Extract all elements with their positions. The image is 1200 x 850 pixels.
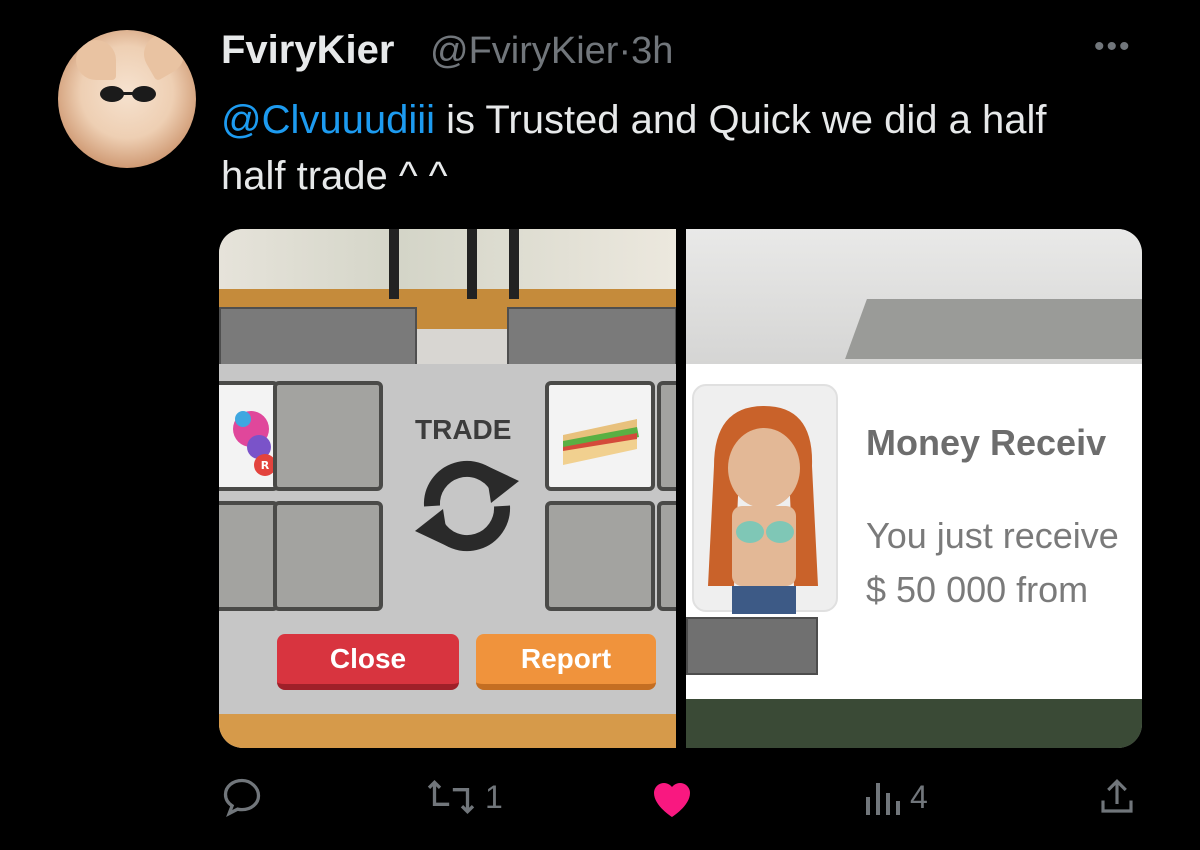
tweet-text: @Clvuuudiii is Trusted and Quick we did … — [221, 92, 1121, 204]
rope-post — [509, 229, 519, 299]
author-avatar[interactable] — [58, 30, 196, 168]
rope-post — [389, 229, 399, 299]
trade-slot-sandwich[interactable] — [545, 381, 655, 491]
more-options-button[interactable]: ••• — [1094, 30, 1132, 64]
retweet-count: 1 — [485, 778, 503, 815]
svg-text:R: R — [261, 459, 270, 472]
reply-icon — [223, 778, 261, 817]
mention-link[interactable]: @Clvuuudiii — [221, 98, 435, 142]
author-handle[interactable]: @FviryKier — [430, 30, 618, 72]
pet-icon: R — [233, 411, 276, 476]
trade-screenshot[interactable]: R TRADE Close Report — [219, 229, 676, 748]
background-wall — [219, 229, 676, 289]
background-ground — [686, 699, 1142, 748]
sunglasses-icon — [100, 86, 156, 102]
trade-slot[interactable] — [273, 381, 383, 491]
separator-dot: · — [618, 30, 632, 72]
views-chart-icon — [866, 783, 900, 815]
trade-label: TRADE — [415, 414, 512, 445]
retweet-icon — [427, 779, 475, 815]
share-button[interactable] — [1096, 775, 1138, 819]
trade-slot[interactable] — [545, 501, 655, 611]
trade-slot[interactable] — [273, 501, 383, 611]
trade-slot[interactable] — [657, 381, 676, 491]
like-button[interactable] — [648, 775, 696, 819]
background-shelf — [845, 299, 1142, 359]
notification-body: You just receive $ 50 000 from — [866, 509, 1119, 617]
author-name[interactable]: FviryKier — [221, 28, 394, 73]
ui-bar — [686, 617, 818, 675]
tweet-media[interactable]: R TRADE Close Report Money Receiv You ju… — [219, 229, 1142, 748]
background-floor-bottom — [219, 714, 676, 748]
close-button[interactable]: Close — [277, 634, 459, 690]
roblox-avatar-icon — [708, 406, 818, 614]
author-handle-and-time[interactable]: @FviryKier·3h — [430, 30, 673, 73]
retweet-button[interactable]: 1 — [425, 775, 503, 819]
views-button[interactable]: 4 — [862, 775, 928, 819]
trade-slot-pet[interactable]: R — [219, 381, 279, 491]
money-received-screenshot[interactable]: Money Receiv You just receive $ 50 000 f… — [686, 229, 1142, 748]
sandwich-icon — [563, 419, 639, 465]
trade-slot[interactable] — [657, 501, 676, 611]
rope-post — [467, 229, 477, 299]
heart-icon — [654, 783, 690, 817]
post-time[interactable]: 3h — [631, 30, 673, 72]
notification-title: Money Receiv — [866, 422, 1107, 463]
avatar-ear — [136, 30, 192, 82]
avatar-frame — [692, 384, 838, 614]
trade-slot[interactable] — [219, 501, 279, 611]
views-count: 4 — [910, 778, 928, 815]
share-icon — [1101, 779, 1133, 813]
avatar-ear — [76, 40, 116, 80]
trade-refresh-icon[interactable] — [407, 451, 527, 561]
reply-button[interactable] — [220, 775, 264, 819]
notification-line-2: $ 50 000 from — [866, 569, 1089, 610]
report-button[interactable]: Report — [476, 634, 656, 690]
notification-line-1: You just receive — [866, 515, 1119, 556]
